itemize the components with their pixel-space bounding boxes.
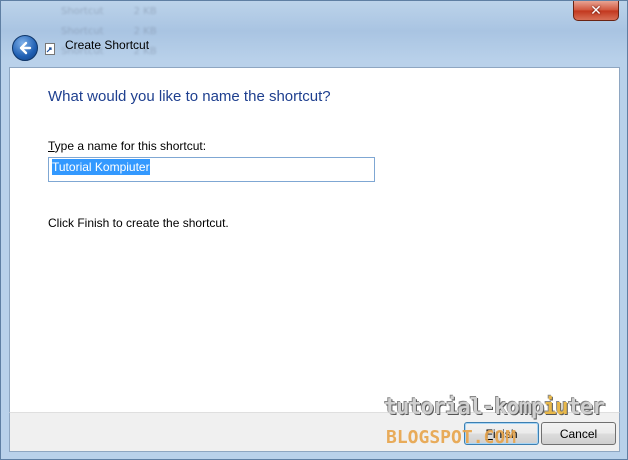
background-row: Shortcut 2 KB	[61, 6, 401, 20]
close-button[interactable]: ✕	[573, 1, 619, 21]
background-text: 2 KB	[133, 6, 157, 17]
label-text: ype a name for this shortcut:	[54, 139, 207, 153]
close-icon: ✕	[590, 2, 602, 19]
button-label: inish	[492, 426, 518, 441]
window-title: Create Shortcut	[65, 38, 150, 52]
wizard-content-panel: What would you like to name the shortcut…	[9, 67, 620, 412]
access-key-letter: T	[48, 139, 55, 153]
back-arrow-icon	[19, 41, 32, 55]
create-shortcut-window: Shortcut 2 KB Shortcut 2 KB Shortcut 2 K…	[0, 0, 628, 460]
name-field-label: Type a name for this shortcut:	[48, 139, 206, 153]
instruction-text: Click Finish to create the shortcut.	[48, 216, 229, 230]
button-bar: Finish Cancel	[9, 412, 620, 452]
finish-button[interactable]: Finish	[464, 422, 539, 445]
shortcut-icon	[45, 43, 55, 55]
access-key-letter: F	[485, 426, 493, 441]
shortcut-name-input[interactable]: Tutorial Kompiuter	[48, 157, 375, 182]
background-text: Shortcut	[61, 6, 104, 17]
selected-text: Tutorial Kompiuter	[52, 159, 150, 175]
background-window-behind: Shortcut 2 KB Shortcut 2 KB Shortcut 2 K…	[1, 1, 628, 67]
back-button[interactable]	[12, 35, 38, 61]
page-heading: What would you like to name the shortcut…	[48, 88, 331, 105]
cancel-button[interactable]: Cancel	[541, 422, 616, 445]
